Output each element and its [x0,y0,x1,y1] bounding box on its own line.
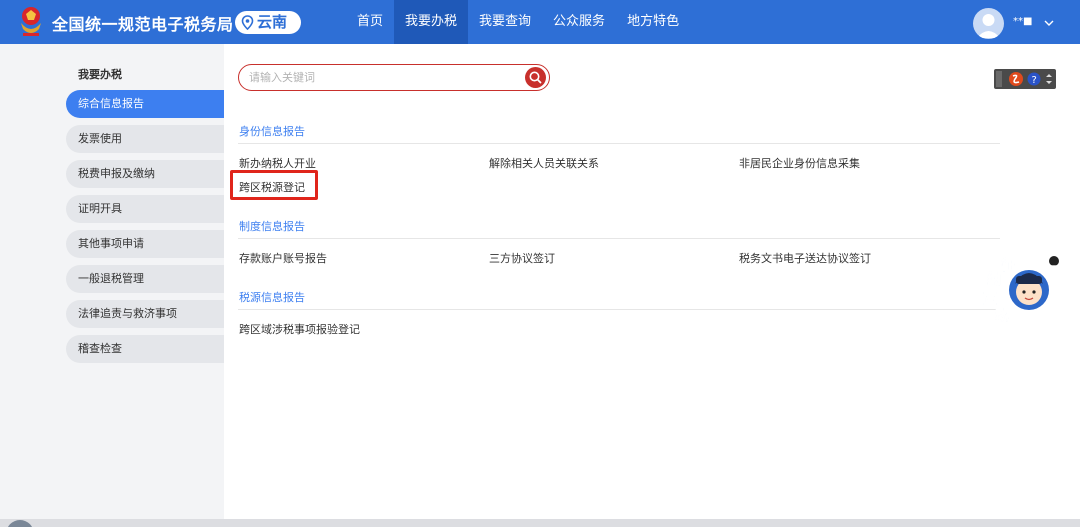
main-nav: 首页 我要办税 我要查询 公众服务 地方特色 [346,0,690,44]
link-remove-related-personnel[interactable]: 解除相关人员关联关系 [489,155,599,171]
nav-query[interactable]: 我要查询 [468,0,542,44]
sidebar-item-inspection[interactable]: 稽查检查 [66,335,224,363]
link-cross-region-inspection-registration[interactable]: 跨区域涉税事项报验登记 [239,321,360,337]
section-title-identity: 身份信息报告 [239,125,305,138]
nav-home[interactable]: 首页 [346,0,394,44]
sidebar-title: 我要办税 [78,68,122,81]
region-selector[interactable]: 云南 [235,11,301,34]
nav-tax-handling[interactable]: 我要办税 [394,0,469,44]
sidebar-item-other-application[interactable]: 其他事项申请 [66,230,224,258]
mascot-char-na: 纳 [987,271,1001,288]
link-electronic-delivery-agreement[interactable]: 税务文书电子送达协议签订 [739,250,871,266]
sidebar-item-legal-remedy[interactable]: 法律追责与救济事项 [66,300,224,328]
svg-text:?: ? [1032,75,1037,86]
section-divider [238,238,1000,239]
sidebar-item-invoice[interactable]: 发票使用 [66,125,224,153]
mascot-char-hu: 互 [983,292,997,308]
search-box [238,64,550,91]
close-icon[interactable] [1049,256,1059,267]
main-content: ? 身份信息报告 新办纳税人开业 解除相关人员关联关系 非居民企业身份信息采集 … [224,44,1080,519]
tax-emblem-icon[interactable] [17,5,45,39]
avatar[interactable] [973,8,1004,39]
section-title-system: 制度信息报告 [239,220,305,233]
link-deposit-account-report[interactable]: 存款账户账号报告 [239,250,327,266]
toolbar-icons[interactable]: ? [994,69,1056,89]
user-name: **■ [1013,16,1033,27]
minus-icon [1051,265,1057,267]
top-header: 全国统一规范电子税务局 云南 首页 我要办税 我要查询 公众服务 地方特色 **… [0,0,1080,44]
sidebar-item-declaration[interactable]: 税费申报及缴纳 [66,160,224,188]
mascot-char-dong: 动 [995,307,1009,324]
sidebar-item-certificate[interactable]: 证明开具 [66,195,224,223]
search-button[interactable] [525,67,546,88]
section-divider [238,143,1000,144]
link-nonresident-identity[interactable]: 非居民企业身份信息采集 [739,155,860,171]
section-divider [238,309,1000,310]
section-title-tax-source: 税源信息报告 [239,291,305,304]
highlight-box [230,170,318,200]
link-new-taxpayer-opening[interactable]: 新办纳税人开业 [239,155,316,171]
link-tripartite-agreement[interactable]: 三方协议签订 [489,250,555,266]
site-title[interactable]: 全国统一规范电子税务局 [52,11,234,35]
search-icon [529,71,542,84]
chevron-down-icon[interactable] [1043,17,1055,29]
horizontal-scrollbar[interactable] [0,519,1080,527]
sidebar-item-refund[interactable]: 一般退税管理 [66,265,224,293]
location-pin-icon [241,15,254,30]
region-label: 云南 [257,13,288,31]
sidebar: 我要办税 综合信息报告 发票使用 税费申报及缴纳 证明开具 其他事项申请 一般退… [0,44,224,519]
user-icon [977,14,1000,38]
interaction-mascot-icon[interactable]: 征 纳 互 动 [979,252,1051,324]
user-menu[interactable]: **■ [973,8,1063,39]
search-input[interactable] [249,69,519,86]
sidebar-item-comprehensive-report[interactable]: 综合信息报告 [66,90,224,118]
nav-public-service[interactable]: 公众服务 [542,0,616,44]
plugin-toolbar: ? [994,69,1056,89]
mascot-char-zheng: 征 [1001,257,1015,274]
nav-local-features[interactable]: 地方特色 [616,0,690,44]
